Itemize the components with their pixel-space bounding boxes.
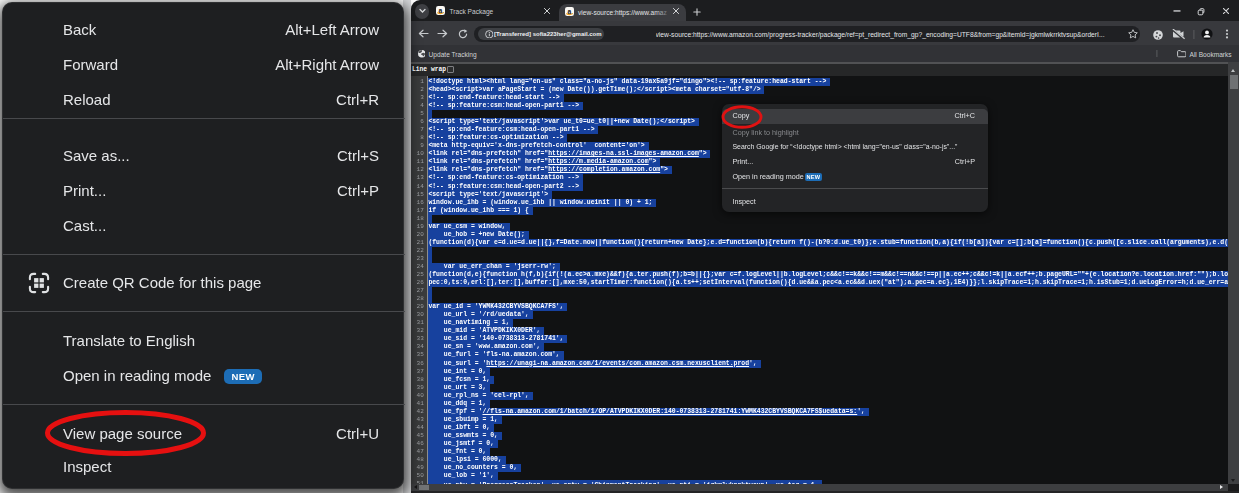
svg-text:a: a — [567, 7, 571, 14]
svg-text:a: a — [439, 6, 443, 13]
